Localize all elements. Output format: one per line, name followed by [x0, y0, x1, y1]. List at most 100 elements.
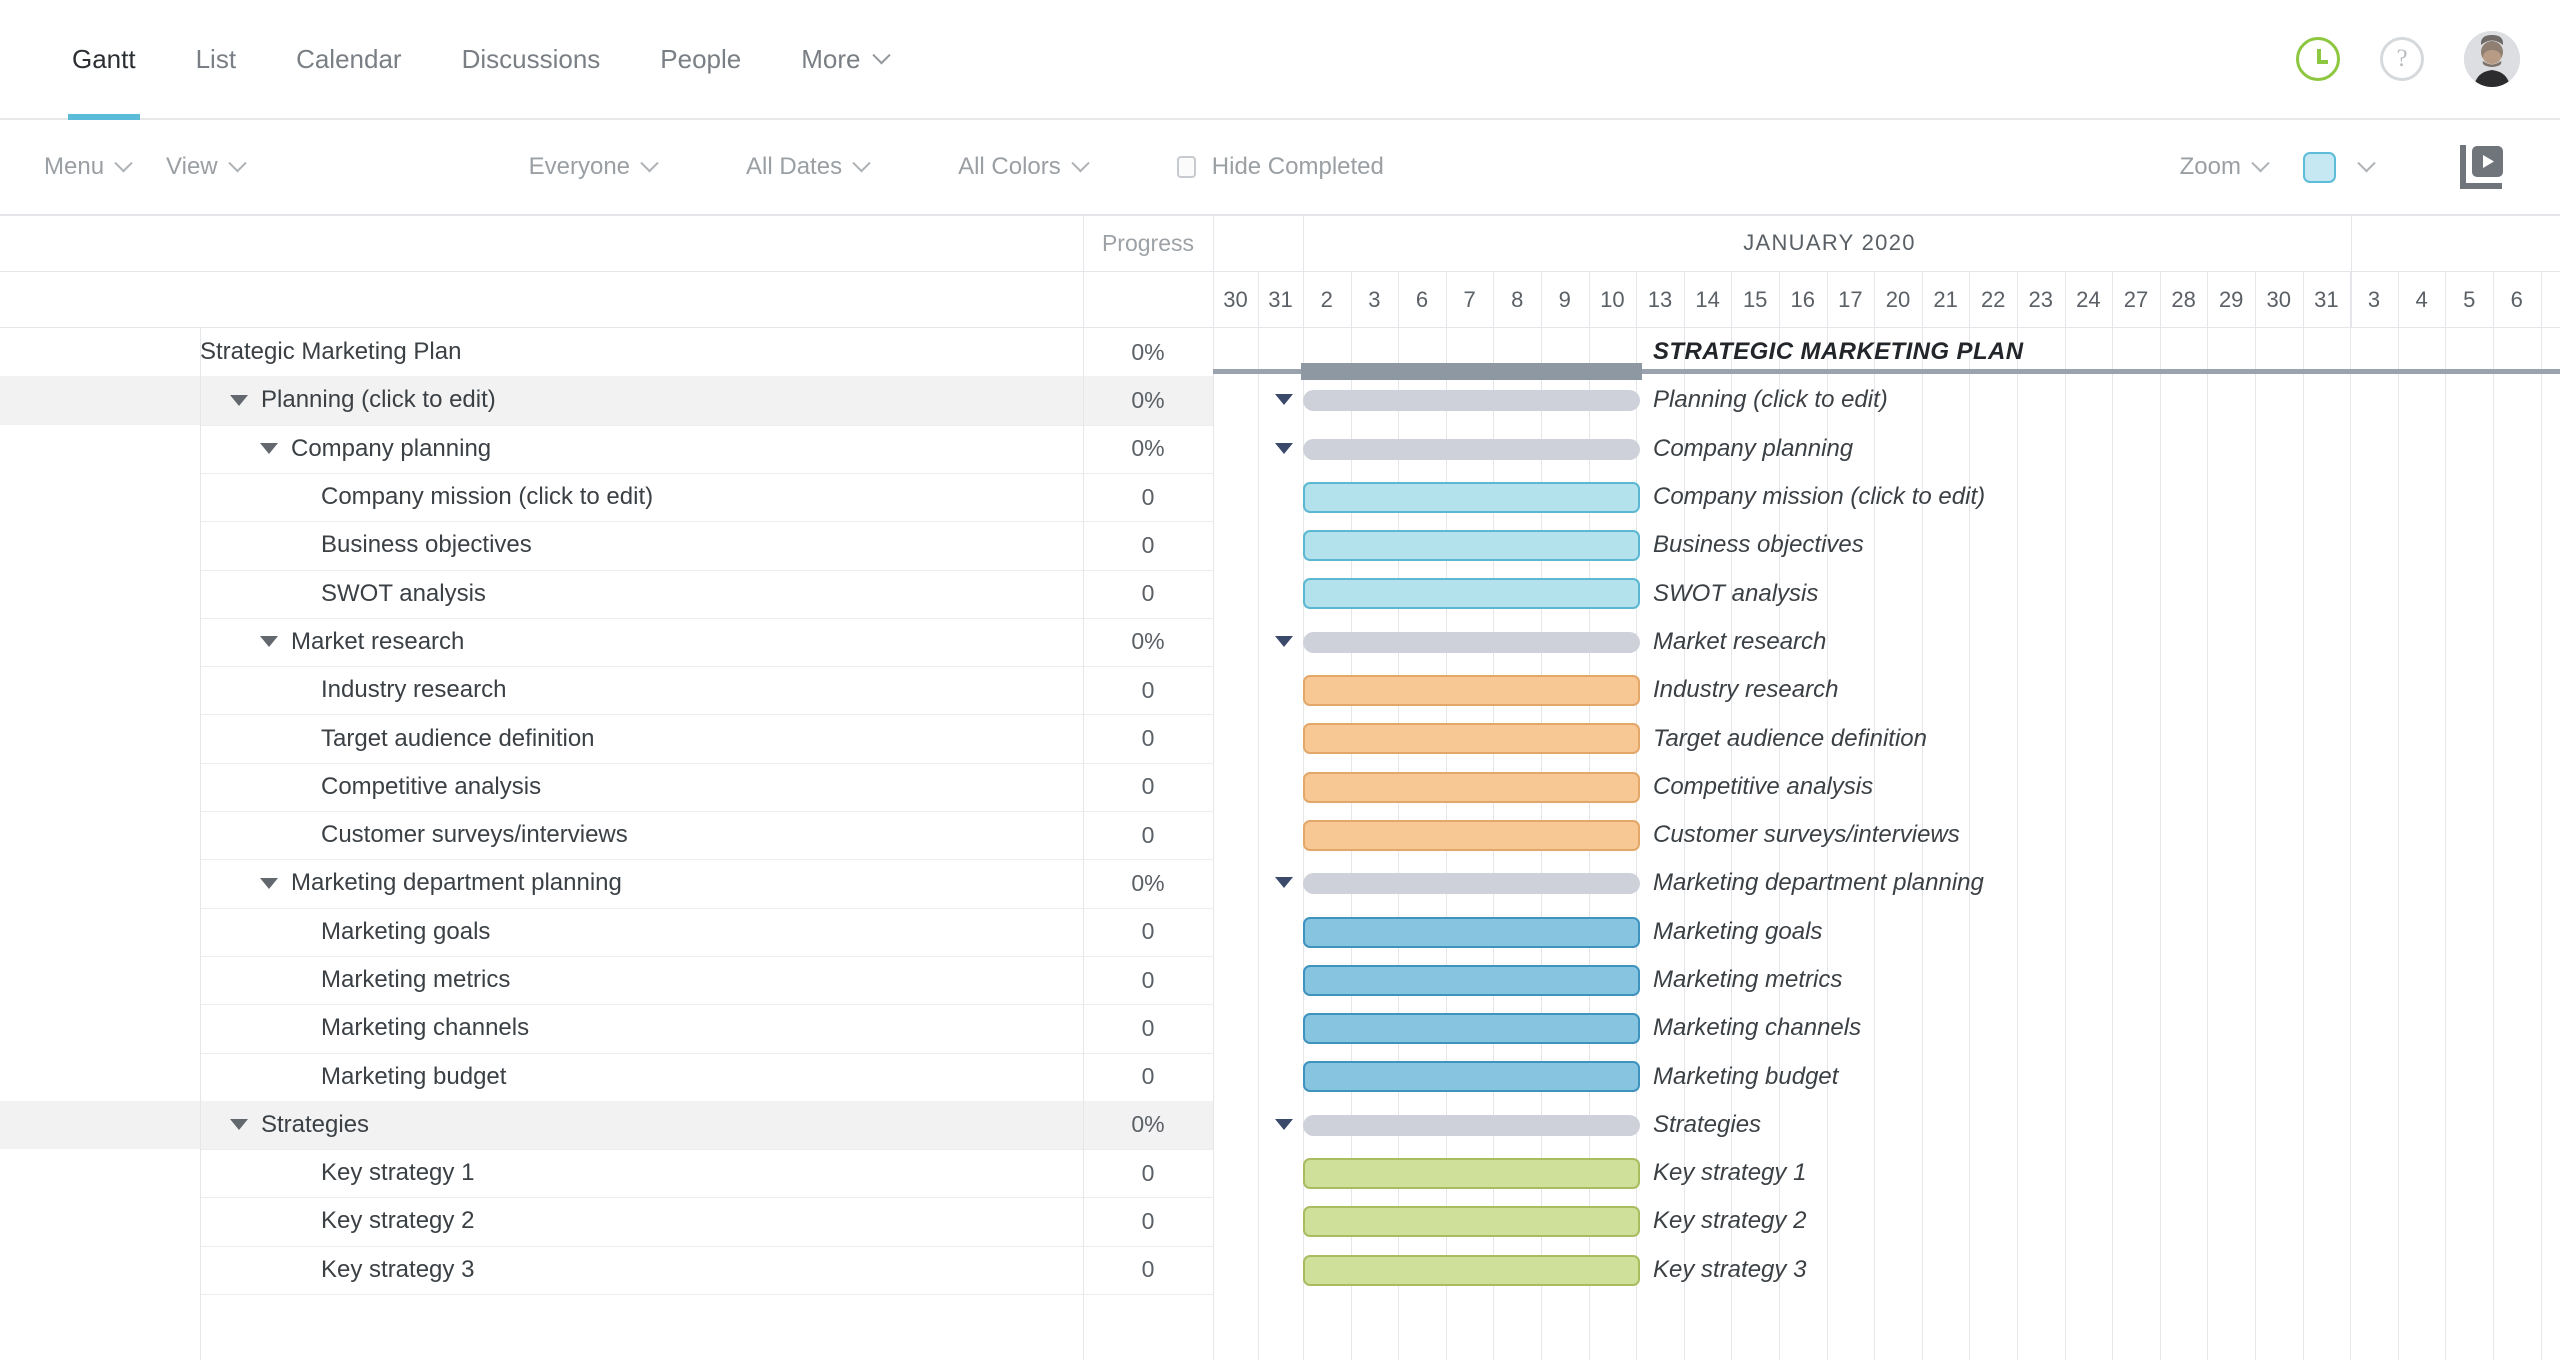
table-row[interactable]: Company mission (click to edit) 0: [0, 473, 1213, 521]
task-progress-value: 0: [1141, 773, 1155, 800]
table-row[interactable]: Marketing metrics 0: [0, 956, 1213, 1004]
gantt-expand-collapse-triangle-icon[interactable]: [1275, 1118, 1293, 1130]
expand-collapse-triangle-icon[interactable]: [260, 877, 278, 889]
gantt-row: Key strategy 1: [1213, 1149, 2560, 1197]
table-row[interactable]: Strategic Marketing Plan 0%: [0, 328, 1213, 376]
task-bar[interactable]: [1303, 675, 1640, 707]
task-bar[interactable]: [1303, 964, 1640, 996]
gantt-expand-collapse-triangle-icon[interactable]: [1275, 394, 1293, 406]
day-header-cell: 5: [2463, 286, 2476, 312]
table-row[interactable]: Key strategy 3 0: [0, 1246, 1213, 1294]
color-picker-dropdown[interactable]: [2303, 151, 2376, 183]
expand-collapse-triangle-icon[interactable]: [230, 1119, 248, 1131]
everyone-filter-dropdown[interactable]: Everyone: [529, 153, 659, 181]
table-row[interactable]: Key strategy 2 0: [0, 1197, 1213, 1245]
task-bar[interactable]: [1303, 819, 1640, 851]
summary-bar[interactable]: [1303, 873, 1640, 895]
help-icon[interactable]: ?: [2380, 37, 2424, 81]
gantt-row: Company mission (click to edit): [1213, 473, 2560, 521]
table-row[interactable]: Market research 0%: [0, 618, 1213, 666]
progress-column-header: Progress: [1101, 229, 1195, 256]
table-row[interactable]: Marketing department planning 0%: [0, 859, 1213, 907]
table-row[interactable]: Customer surveys/interviews 0: [0, 811, 1213, 859]
summary-bar[interactable]: [1303, 390, 1640, 412]
task-bar[interactable]: [1303, 481, 1640, 513]
task-bar[interactable]: [1303, 1013, 1640, 1045]
task-bar[interactable]: [1303, 1061, 1640, 1093]
task-name: Marketing department planning: [291, 869, 622, 897]
task-name: Business objectives: [321, 531, 532, 559]
task-progress-value: 0: [1141, 1014, 1155, 1041]
table-row[interactable]: Key strategy 1 0: [0, 1149, 1213, 1197]
expand-collapse-triangle-icon[interactable]: [260, 636, 278, 648]
table-row[interactable]: Business objectives 0: [0, 521, 1213, 569]
task-progress-value: 0%: [1131, 628, 1165, 655]
table-row[interactable]: Strategies 0%: [0, 1100, 1213, 1150]
summary-bar[interactable]: [1303, 1114, 1640, 1136]
month-header: JANUARY 2020: [1743, 230, 1916, 255]
gantt-bar-label: Key strategy 1: [1653, 1159, 1807, 1187]
task-name: Planning (click to edit): [261, 386, 496, 414]
table-row[interactable]: Marketing budget 0: [0, 1052, 1213, 1100]
expand-collapse-triangle-icon[interactable]: [230, 394, 248, 406]
gantt-expand-collapse-triangle-icon[interactable]: [1275, 635, 1293, 647]
summary-bar[interactable]: [1303, 631, 1640, 653]
zoom-dropdown[interactable]: Zoom: [2180, 153, 2270, 181]
table-row[interactable]: Marketing goals 0: [0, 908, 1213, 956]
gantt-expand-collapse-triangle-icon[interactable]: [1275, 877, 1293, 889]
presentation-play-icon[interactable]: [2459, 144, 2505, 190]
tab-list[interactable]: List: [166, 0, 266, 118]
task-bar[interactable]: [1303, 530, 1640, 562]
summary-bar[interactable]: [1303, 438, 1640, 460]
task-progress-value: 0%: [1131, 386, 1165, 413]
gantt-row: Key strategy 3: [1213, 1246, 2560, 1294]
table-row[interactable]: Competitive analysis 0: [0, 763, 1213, 811]
task-name: Target audience definition: [321, 724, 595, 752]
day-header-cell: 3: [1368, 286, 1381, 312]
view-dropdown[interactable]: View: [166, 153, 247, 181]
task-progress-value: 0: [1141, 1207, 1155, 1234]
tab-people[interactable]: People: [630, 0, 771, 118]
gantt-bar-label: Industry research: [1653, 676, 1839, 704]
table-row[interactable]: SWOT analysis 0: [0, 569, 1213, 617]
gantt-expand-collapse-triangle-icon[interactable]: [1275, 442, 1293, 454]
hide-completed-checkbox[interactable]: [1176, 156, 1196, 178]
task-bar[interactable]: [1303, 1206, 1640, 1238]
tab-discussions[interactable]: Discussions: [432, 0, 631, 118]
time-tracker-icon[interactable]: [2296, 37, 2340, 81]
task-bar[interactable]: [1303, 1254, 1640, 1286]
all-colors-filter-dropdown[interactable]: All Colors: [958, 153, 1090, 181]
task-bar[interactable]: [1303, 771, 1640, 803]
table-row[interactable]: Company planning 0%: [0, 425, 1213, 473]
task-progress-value: 0: [1141, 1159, 1155, 1186]
gantt-bar-label: Marketing metrics: [1653, 966, 1843, 993]
gantt-bar-label: Key strategy 3: [1653, 1255, 1807, 1283]
color-swatch[interactable]: [2303, 151, 2336, 183]
table-row[interactable]: Planning (click to edit) 0%: [0, 376, 1213, 425]
menu-dropdown[interactable]: Menu: [44, 153, 133, 181]
task-progress-value: 0: [1141, 483, 1155, 510]
expand-collapse-triangle-icon[interactable]: [260, 443, 278, 455]
tab-gantt[interactable]: Gantt: [42, 0, 166, 120]
gantt-row: Market research: [1213, 618, 2560, 666]
task-bar[interactable]: [1303, 1158, 1640, 1190]
day-header-cell: 14: [1695, 286, 1720, 312]
task-bar[interactable]: [1303, 578, 1640, 610]
task-name: Strategies: [261, 1110, 370, 1138]
tab-label: Gantt: [72, 43, 136, 74]
day-header-cell: 16: [1790, 286, 1816, 312]
all-dates-filter-dropdown[interactable]: All Dates: [746, 153, 871, 181]
tab-calendar[interactable]: Calendar: [266, 0, 432, 118]
task-progress-value: 0: [1141, 918, 1155, 945]
avatar[interactable]: [2464, 31, 2520, 87]
table-row[interactable]: Marketing channels 0: [0, 1004, 1213, 1052]
task-bar[interactable]: [1303, 723, 1640, 755]
day-header-cell: 31: [2314, 286, 2339, 312]
tab-more[interactable]: More: [771, 0, 917, 118]
task-bar[interactable]: [1303, 916, 1640, 948]
table-row[interactable]: Industry research 0: [0, 666, 1213, 714]
tab-label: Calendar: [296, 43, 402, 74]
table-row[interactable]: Target audience definition 0: [0, 714, 1213, 762]
hide-completed-toggle[interactable]: Hide Completed: [1176, 153, 1384, 181]
task-name: Competitive analysis: [321, 772, 542, 800]
